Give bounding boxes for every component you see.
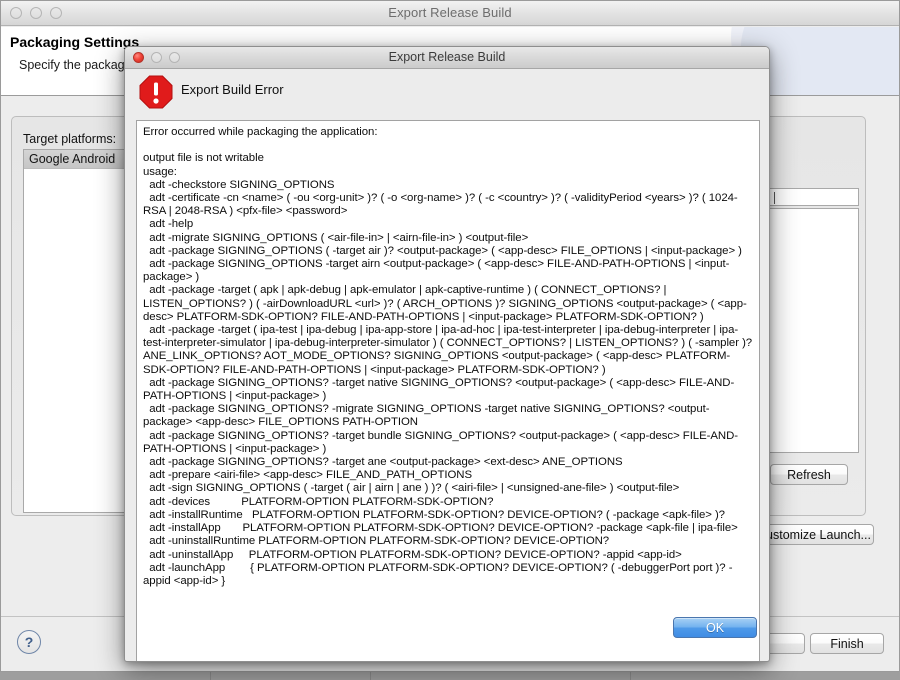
text-caret — [774, 192, 775, 204]
refresh-button[interactable]: Refresh — [770, 464, 848, 485]
error-message-text: Error occurred while packaging the appli… — [143, 126, 753, 587]
dialog-heading: Export Build Error — [181, 82, 284, 97]
platform-text-input[interactable] — [769, 188, 859, 206]
devices-list[interactable] — [769, 208, 859, 453]
dialog-header: Export Build Error — [125, 70, 769, 122]
target-platforms-list[interactable]: Google Android — [23, 149, 133, 513]
finish-button[interactable]: Finish — [810, 633, 884, 654]
dialog-titlebar[interactable]: Export Release Build — [125, 47, 769, 69]
dialog-footer: OK — [125, 609, 769, 661]
dialog-title: Export Release Build — [388, 50, 506, 64]
list-item[interactable]: Google Android — [24, 150, 132, 169]
customize-launch-button[interactable]: Customize Launch... — [754, 524, 874, 545]
export-build-error-dialog: Export Release Build Export Build Error … — [124, 46, 770, 662]
ok-button[interactable]: OK — [673, 617, 757, 638]
error-message-box[interactable]: Error occurred while packaging the appli… — [136, 120, 760, 661]
background-window-title: Export Release Build — [388, 5, 512, 20]
page-title: Packaging Settings — [10, 34, 140, 50]
background-window-titlebar: Export Release Build — [1, 1, 899, 26]
target-platforms-label: Target platforms: — [23, 132, 117, 146]
error-octagon-icon — [139, 75, 173, 109]
help-icon[interactable]: ? — [17, 630, 41, 654]
desktop-strip — [0, 672, 900, 680]
